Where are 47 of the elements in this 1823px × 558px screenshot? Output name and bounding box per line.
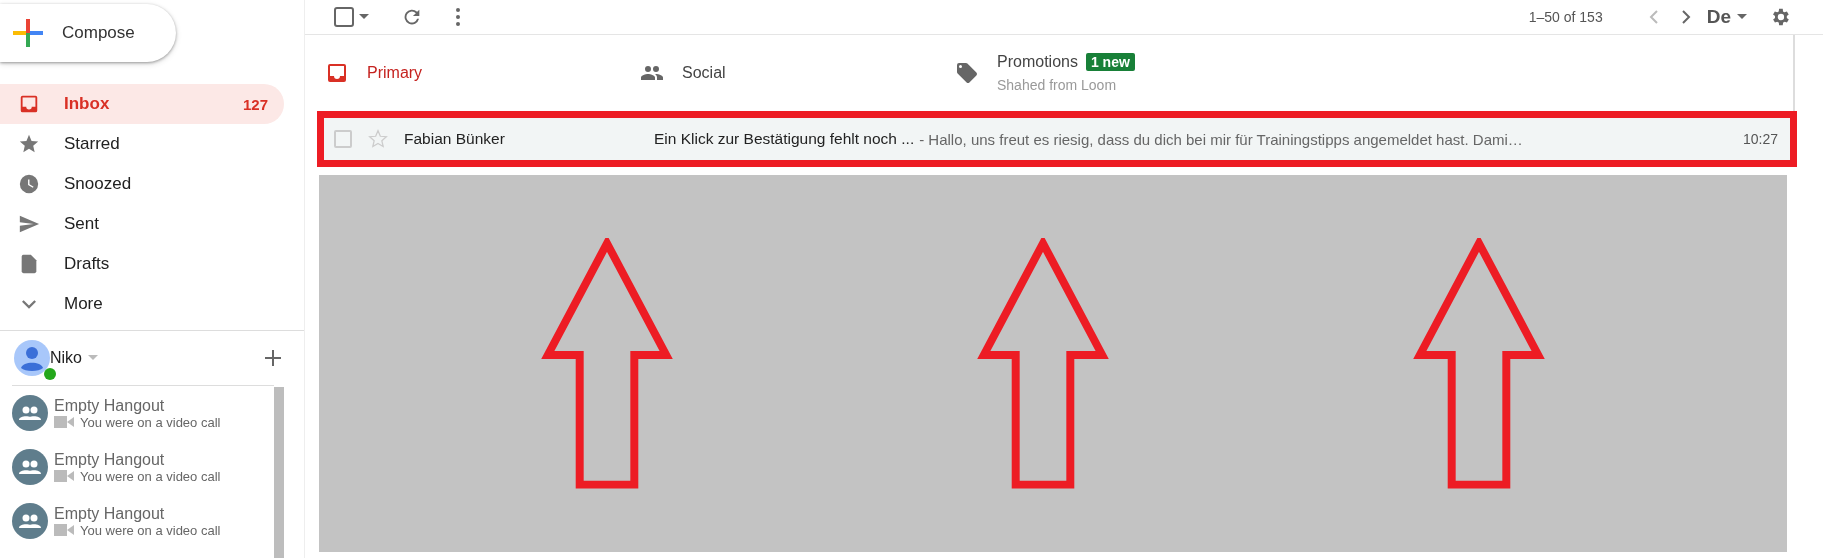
nav-item[interactable]: More [0, 284, 284, 324]
user-name[interactable]: Niko [50, 349, 82, 367]
email-row[interactable]: Fabian Bünker Ein Klick zur Bestätigung fehlt noch ... - Hallo, uns freut es riesig, dass du dich bei mir für Trainingstipps angemeldet hast. Dami… 10:27 [324, 118, 1790, 160]
compose-button[interactable]: Compose [0, 4, 176, 62]
group-avatar-icon [12, 395, 48, 431]
nav-item[interactable]: Inbox 127 [0, 84, 284, 124]
add-icon[interactable] [264, 349, 282, 367]
nav-item[interactable]: Drafts [0, 244, 284, 284]
inbox-icon [325, 61, 349, 85]
unread-count: 127 [242, 95, 268, 113]
category-tab[interactable]: Social [620, 35, 935, 111]
next-page-icon[interactable] [1680, 9, 1691, 25]
sender-name: Fabian Bünker [404, 130, 506, 148]
nav-item[interactable]: Starred [0, 124, 284, 164]
conversation-item[interactable]: Empty Hangout You were on a video call [12, 494, 274, 548]
pagination-text: 1–50 of 153 [1528, 9, 1603, 25]
caret-icon [1737, 14, 1747, 20]
tab-subtitle: Shahed from Loom [997, 77, 1118, 93]
email-time: 10:27 [1742, 131, 1778, 147]
inbox-icon [18, 93, 40, 115]
select-checkbox[interactable] [333, 6, 355, 28]
send-icon [18, 213, 40, 235]
tag-icon [955, 61, 979, 85]
new-count-badge: 1 new [1085, 53, 1135, 71]
video-camera-icon [54, 524, 74, 536]
row-checkbox[interactable] [334, 130, 352, 148]
chevron-icon [22, 299, 36, 309]
input-tools-button[interactable]: De [1706, 6, 1747, 28]
email-snippet: - Hallo, uns freut es riesig, dass du dich bei mir für Trainingstipps angemeldet hast. Dami… [919, 130, 1523, 148]
group-avatar-icon [12, 449, 48, 485]
group-avatar-icon [12, 503, 48, 539]
video-camera-icon [54, 416, 74, 428]
scrollbar[interactable] [274, 387, 284, 558]
more-options-icon[interactable] [455, 7, 461, 27]
category-tab[interactable]: Promotions 1 new Shahed from Loom [935, 35, 1250, 111]
nav-item[interactable]: Sent [0, 204, 284, 244]
video-camera-icon [54, 470, 74, 482]
plus-icon [12, 17, 44, 49]
nav-item[interactable]: Snoozed [0, 164, 284, 204]
clock-icon [18, 173, 40, 195]
conversation-item[interactable]: Empty Hangout You were on a video call [12, 386, 274, 440]
category-tab[interactable]: Primary [305, 35, 620, 111]
star-icon [18, 133, 40, 155]
conversation-item[interactable]: Empty Hangout You were on a video call [12, 440, 274, 494]
email-subject: Ein Klick zur Bestätigung fehlt noch ... [654, 130, 915, 148]
caret-icon[interactable] [359, 14, 369, 20]
star-icon[interactable] [368, 129, 388, 149]
